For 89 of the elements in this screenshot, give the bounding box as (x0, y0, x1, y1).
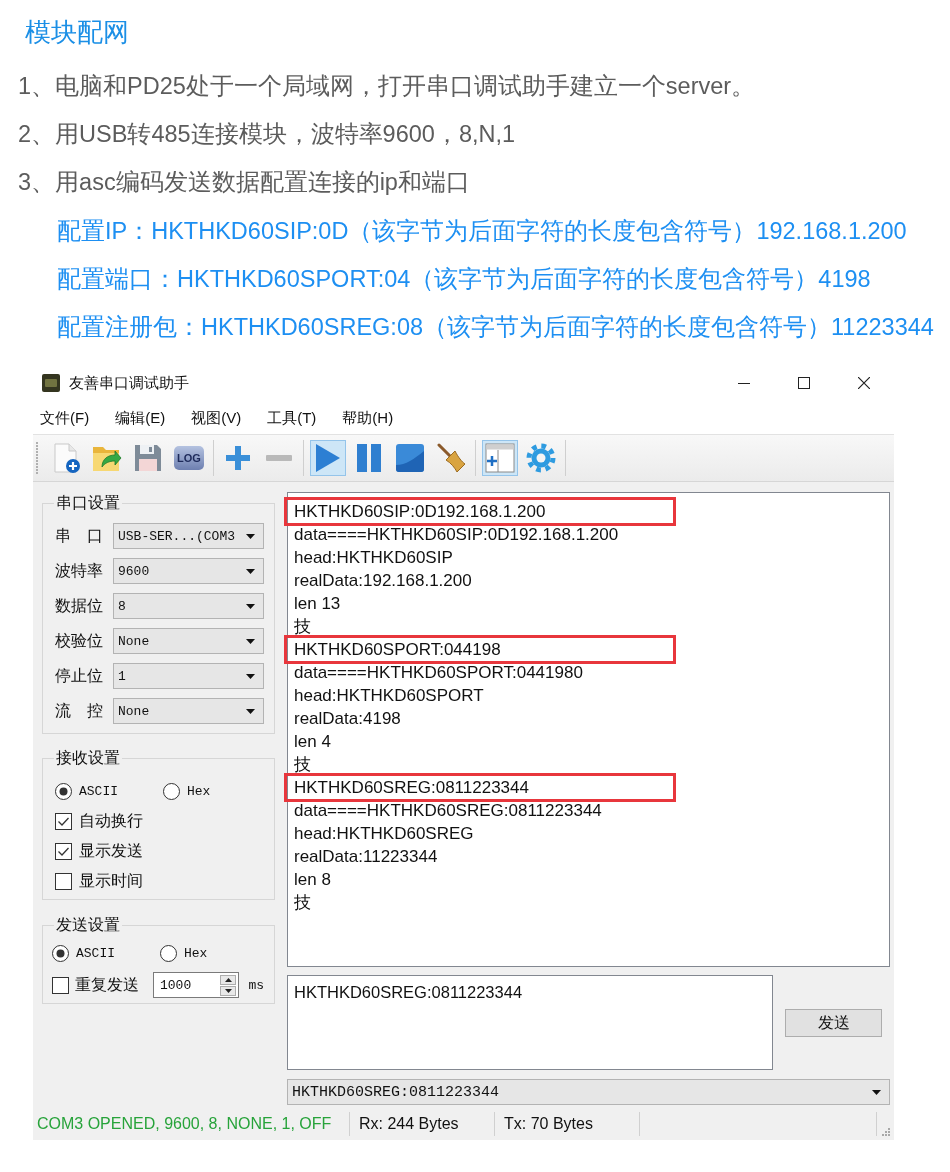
rx-counter: Rx: 244 Bytes (359, 1114, 459, 1134)
field-label: 流 控 (55, 701, 103, 721)
history-dropdown[interactable]: HKTHKD60SREG:0811223344 (287, 1079, 890, 1105)
caret-up-icon (224, 977, 232, 982)
spin-down-button[interactable] (220, 985, 237, 996)
group-title: 发送设置 (55, 915, 121, 935)
toolbar-button[interactable] (310, 440, 346, 476)
output-line: realData:11223344 (294, 846, 438, 868)
config-text: 配置注册包：HKTHKD60SREG:08（该字节为后面字符的长度包含符号）11223344 (57, 313, 934, 341)
caret-icon (246, 603, 255, 609)
output-line: HKTHKD60SREG:0811223344 (294, 777, 529, 799)
caret-icon (246, 708, 255, 714)
group-title: 接收设置 (55, 748, 121, 768)
output-line: len 8 (294, 869, 331, 891)
window-title: 友善串口调试助手 (69, 373, 189, 393)
window-plus-icon (485, 443, 515, 473)
caret-icon (246, 533, 255, 539)
output-line: HKTHKD60SPORT:044198 (294, 639, 501, 661)
toolbar-button[interactable] (482, 440, 518, 476)
dropdown[interactable]: None (113, 628, 264, 654)
output-line: len 4 (294, 731, 331, 753)
step-text: 1、电脑和PD25处于一个局域网，打开串口调试助手建立一个server。 (18, 72, 756, 100)
maximize-icon[interactable] (798, 377, 810, 389)
send-input-field[interactable]: HKTHKD60SREG:0811223344 (287, 975, 773, 1070)
minimize-icon[interactable] (738, 382, 750, 384)
caret-down-icon (224, 988, 232, 993)
dropdown[interactable]: 8 (113, 593, 264, 619)
output-line: data====HKTHKD60SIP:0D192.168.1.200 (294, 524, 619, 546)
output-line: head:HKTHKD60SIP (294, 547, 453, 569)
broom-icon (436, 443, 466, 473)
field-label: 串 口 (55, 526, 103, 546)
section-heading: 模块配网 (25, 17, 129, 47)
checkbox-option[interactable]: 显示发送 (55, 841, 143, 861)
field-label: 停止位 (55, 666, 103, 686)
checkbox-option[interactable]: 重复发送 (52, 975, 139, 995)
output-line: HKTHKD60SIP:0D192.168.1.200 (294, 501, 546, 523)
group-title: 串口设置 (55, 493, 121, 513)
interval-spinbox[interactable]: 1000 (153, 972, 240, 998)
minus-icon (266, 455, 292, 461)
spin-up-button[interactable] (220, 974, 237, 985)
config-text: 配置端口：HKTHKD60SPORT:04（该字节为后面字符的长度包含符号）4198 (57, 265, 871, 293)
caret-icon (872, 1089, 881, 1095)
menu-item[interactable]: 视图(V) (185, 404, 248, 431)
output-line: realData:4198 (294, 708, 401, 730)
menu-item[interactable]: 工具(T) (261, 404, 323, 431)
output-line: data====HKTHKD60SREG:0811223344 (294, 800, 602, 822)
radio-option[interactable]: Hex (160, 944, 208, 962)
radio-option[interactable]: ASCII (55, 782, 118, 800)
dropdown[interactable]: 9600 (113, 558, 264, 584)
pause-icon (356, 443, 382, 473)
output-line: realData:192.168.1.200 (294, 570, 472, 592)
dropdown[interactable]: 1 (113, 663, 264, 689)
menu-item[interactable]: 文件(F) (34, 404, 96, 431)
menu-item[interactable]: 帮助(H) (336, 404, 400, 431)
play-icon (315, 443, 341, 473)
output-line: 技 (294, 754, 311, 776)
unit-label: ms (248, 977, 264, 993)
field-label: 波特率 (55, 561, 103, 581)
output-line: data====HKTHKD60SPORT:0441980 (294, 662, 583, 684)
field-label: 校验位 (55, 631, 103, 651)
new-file-icon (51, 443, 81, 473)
output-line: head:HKTHKD60SPORT (294, 685, 484, 707)
caret-icon (246, 673, 255, 679)
caret-icon (246, 568, 255, 574)
size-grip-icon[interactable] (882, 1128, 890, 1136)
field-label: 数据位 (55, 596, 103, 616)
checkbox-option[interactable]: 显示时间 (55, 871, 143, 891)
close-icon[interactable] (858, 377, 870, 389)
stop-icon (395, 443, 425, 473)
plus-icon (223, 443, 253, 473)
output-line: 技 (294, 616, 311, 638)
dropdown[interactable]: USB-SER...(COM3 (113, 523, 264, 549)
app-icon (42, 374, 60, 392)
connection-status: COM3 OPENED, 9600, 8, NONE, 1, OFF (37, 1114, 332, 1134)
tx-counter: Tx: 70 Bytes (504, 1114, 593, 1134)
output-line: head:HKTHKD60SREG (294, 823, 474, 845)
checkbox-option[interactable]: 自动换行 (55, 811, 143, 831)
caret-icon (246, 638, 255, 644)
menu-item[interactable]: 编辑(E) (109, 404, 172, 431)
gear-icon (526, 443, 556, 473)
send-button[interactable]: 发送 (785, 1009, 882, 1037)
step-text: 2、用USB转485连接模块，波特率9600，8,N,1 (18, 120, 516, 148)
radio-option[interactable]: ASCII (52, 944, 115, 962)
dropdown[interactable]: None (113, 698, 264, 724)
config-text: 配置IP：HKTHKD60SIP:0D（该字节为后面字符的长度包含符号）192.168.1.200 (57, 217, 907, 245)
output-line: len 13 (294, 593, 341, 615)
radio-option[interactable]: Hex (163, 782, 211, 800)
step-text: 3、用asc编码发送数据配置连接的ip和端口 (18, 168, 470, 196)
output-line: 技 (294, 892, 311, 914)
